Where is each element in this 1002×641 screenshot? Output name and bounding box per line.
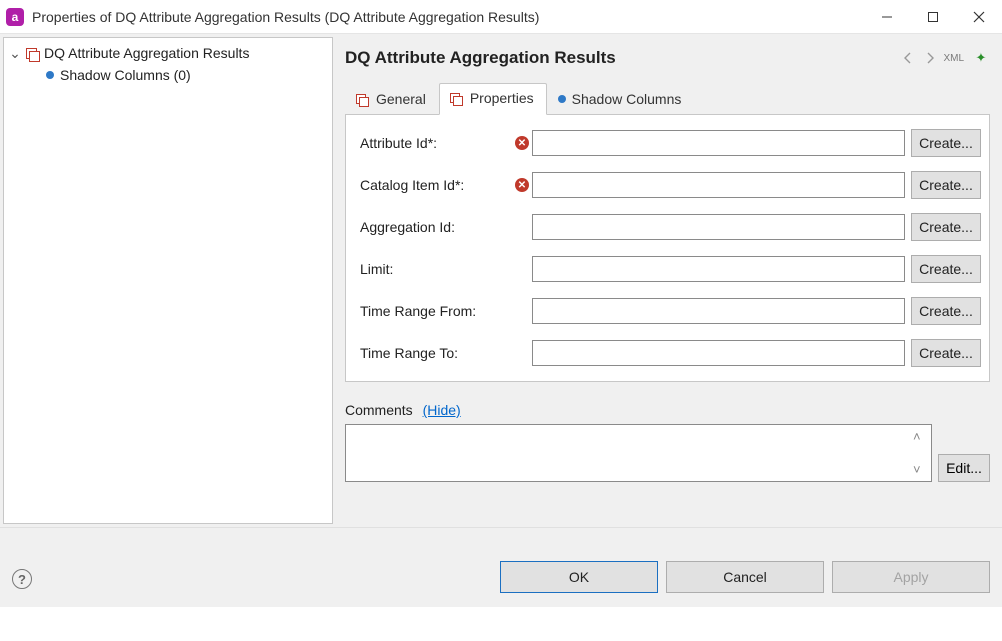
field-time-range-from: Time Range From: Create...	[360, 297, 981, 325]
comments-section: Comments (Hide) ˄ ˅ Edit...	[345, 402, 990, 482]
comments-label: Comments	[345, 402, 413, 418]
tree-panel: ⌄ DQ Attribute Aggregation Results Shado…	[3, 37, 333, 524]
tab-shadow-columns[interactable]: Shadow Columns	[547, 83, 695, 115]
tab-properties-label: Properties	[470, 90, 534, 106]
label-attribute-id: Attribute Id*:	[360, 135, 512, 151]
tab-general[interactable]: General	[345, 83, 439, 115]
scroll-down-icon[interactable]: ˅	[913, 462, 929, 477]
nav-back-icon[interactable]	[899, 51, 917, 65]
field-time-range-to: Time Range To: Create...	[360, 339, 981, 367]
label-aggregation-id: Aggregation Id:	[360, 219, 512, 235]
nav-forward-icon[interactable]	[921, 51, 939, 65]
minimize-button[interactable]	[864, 0, 910, 34]
help-icon[interactable]: ?	[12, 569, 32, 589]
scroll-up-icon[interactable]: ˄	[913, 429, 929, 444]
step-icon	[356, 92, 370, 106]
xml-button[interactable]: XML	[943, 53, 964, 64]
column-icon	[558, 95, 566, 103]
create-attribute-id-button[interactable]: Create...	[911, 129, 981, 157]
titlebar: a Properties of DQ Attribute Aggregation…	[0, 0, 1002, 34]
input-limit[interactable]	[532, 256, 905, 282]
tabs: General Properties Shadow Columns	[345, 82, 990, 115]
right-panel: DQ Attribute Aggregation Results XML ✦ G…	[333, 34, 1002, 527]
label-catalog-item-id: Catalog Item Id*:	[360, 177, 512, 193]
cancel-button[interactable]: Cancel	[666, 561, 824, 593]
create-range-to-button[interactable]: Create...	[911, 339, 981, 367]
column-icon	[46, 71, 54, 79]
maximize-button[interactable]	[910, 0, 956, 34]
step-icon	[450, 91, 464, 105]
body: ⌄ DQ Attribute Aggregation Results Shado…	[0, 34, 1002, 527]
label-range-from: Time Range From:	[360, 303, 512, 319]
error-icon: ✕	[515, 136, 529, 150]
error-icon: ✕	[515, 178, 529, 192]
field-catalog-item-id: Catalog Item Id*: ✕ Create...	[360, 171, 981, 199]
window-title: Properties of DQ Attribute Aggregation R…	[32, 9, 864, 25]
properties-form: Attribute Id*: ✕ Create... Catalog Item …	[345, 115, 990, 382]
label-range-to: Time Range To:	[360, 345, 512, 361]
create-catalog-item-id-button[interactable]: Create...	[911, 171, 981, 199]
tab-properties[interactable]: Properties	[439, 83, 547, 115]
footer: ? OK Cancel Apply	[0, 527, 1002, 607]
tree-child-row[interactable]: Shadow Columns (0)	[4, 64, 332, 86]
create-limit-button[interactable]: Create...	[911, 255, 981, 283]
close-button[interactable]	[956, 0, 1002, 34]
field-limit: Limit: Create...	[360, 255, 981, 283]
tree-child-label: Shadow Columns (0)	[60, 67, 191, 83]
input-attribute-id[interactable]	[532, 130, 905, 156]
input-catalog-item-id[interactable]	[532, 172, 905, 198]
app-icon: a	[6, 8, 24, 26]
ok-button[interactable]: OK	[500, 561, 658, 593]
field-attribute-id: Attribute Id*: ✕ Create...	[360, 129, 981, 157]
chevron-down-icon[interactable]: ⌄	[8, 45, 22, 62]
panel-header: DQ Attribute Aggregation Results XML ✦	[345, 44, 990, 72]
tab-shadow-label: Shadow Columns	[572, 91, 682, 107]
edit-comments-button[interactable]: Edit...	[938, 454, 990, 482]
page-title: DQ Attribute Aggregation Results	[345, 48, 895, 68]
comments-header: Comments (Hide)	[345, 402, 990, 418]
tree-root-label: DQ Attribute Aggregation Results	[44, 45, 249, 61]
input-aggregation-id[interactable]	[532, 214, 905, 240]
label-limit: Limit:	[360, 261, 512, 277]
tree-root-row[interactable]: ⌄ DQ Attribute Aggregation Results	[4, 42, 332, 64]
create-aggregation-id-button[interactable]: Create...	[911, 213, 981, 241]
window-controls	[864, 0, 1002, 34]
create-range-from-button[interactable]: Create...	[911, 297, 981, 325]
run-icon[interactable]: ✦	[972, 50, 990, 66]
input-range-from[interactable]	[532, 298, 905, 324]
comments-hide-link[interactable]: (Hide)	[423, 402, 461, 418]
step-icon	[26, 46, 40, 60]
apply-button[interactable]: Apply	[832, 561, 990, 593]
field-aggregation-id: Aggregation Id: Create...	[360, 213, 981, 241]
tab-general-label: General	[376, 91, 426, 107]
input-range-to[interactable]	[532, 340, 905, 366]
comments-box[interactable]: ˄ ˅	[345, 424, 932, 482]
